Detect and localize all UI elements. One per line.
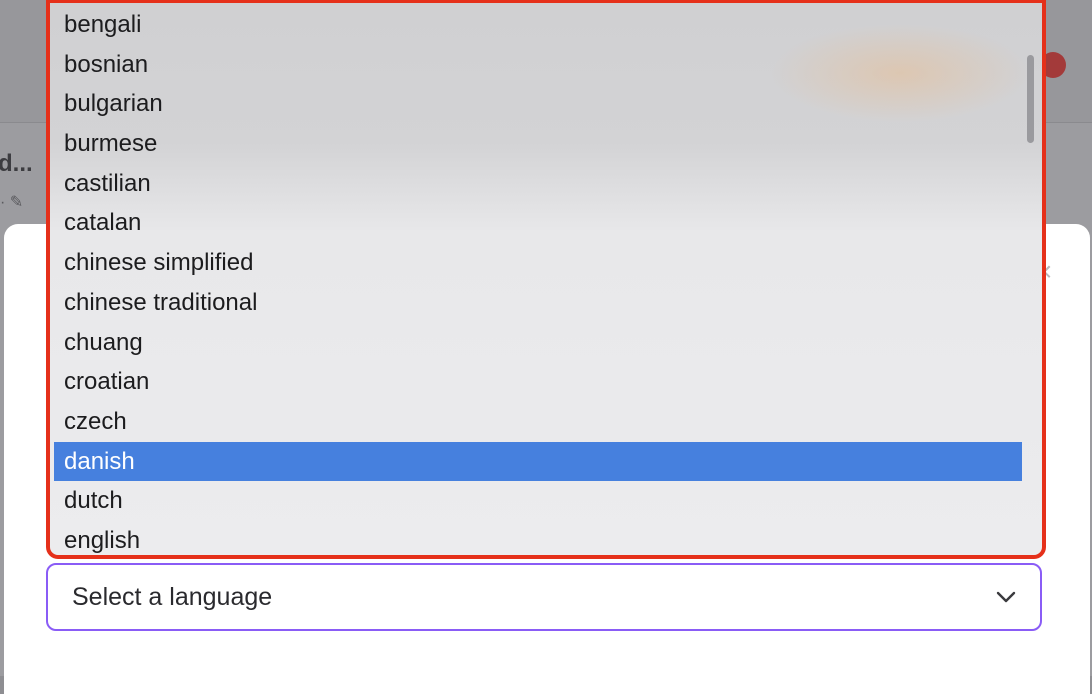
language-select[interactable]: Select a language <box>46 563 1042 631</box>
scrollbar[interactable] <box>1024 7 1038 552</box>
option-castilian[interactable]: castilian <box>54 164 1022 204</box>
option-list: bengali bosnian bulgarian burmese castilian c… <box>54 3 1022 555</box>
option-catalan[interactable]: catalan <box>54 203 1022 243</box>
option-chuang[interactable]: chuang <box>54 323 1022 363</box>
scrollbar-thumb[interactable] <box>1027 55 1034 143</box>
option-danish[interactable]: danish <box>54 441 1022 482</box>
page-meta: · ✎ <box>0 194 24 211</box>
option-czech[interactable]: czech <box>54 402 1022 442</box>
page-title: d... <box>0 150 33 177</box>
option-english[interactable]: english <box>54 521 1022 555</box>
chevron-down-icon[interactable] <box>992 583 1020 611</box>
option-bosnian[interactable]: bosnian <box>54 45 1022 85</box>
option-dutch[interactable]: dutch <box>54 481 1022 521</box>
option-bengali[interactable]: bengali <box>54 5 1022 45</box>
option-croatian[interactable]: croatian <box>54 362 1022 402</box>
language-dropdown-list[interactable]: bengali bosnian bulgarian burmese castilian c… <box>46 0 1046 559</box>
option-chinese-simplified[interactable]: chinese simplified <box>54 243 1022 283</box>
option-bulgarian[interactable]: bulgarian <box>54 84 1022 124</box>
language-select-value: Select a language <box>72 582 273 611</box>
option-chinese-traditional[interactable]: chinese traditional <box>54 283 1022 323</box>
option-burmese[interactable]: burmese <box>54 124 1022 164</box>
